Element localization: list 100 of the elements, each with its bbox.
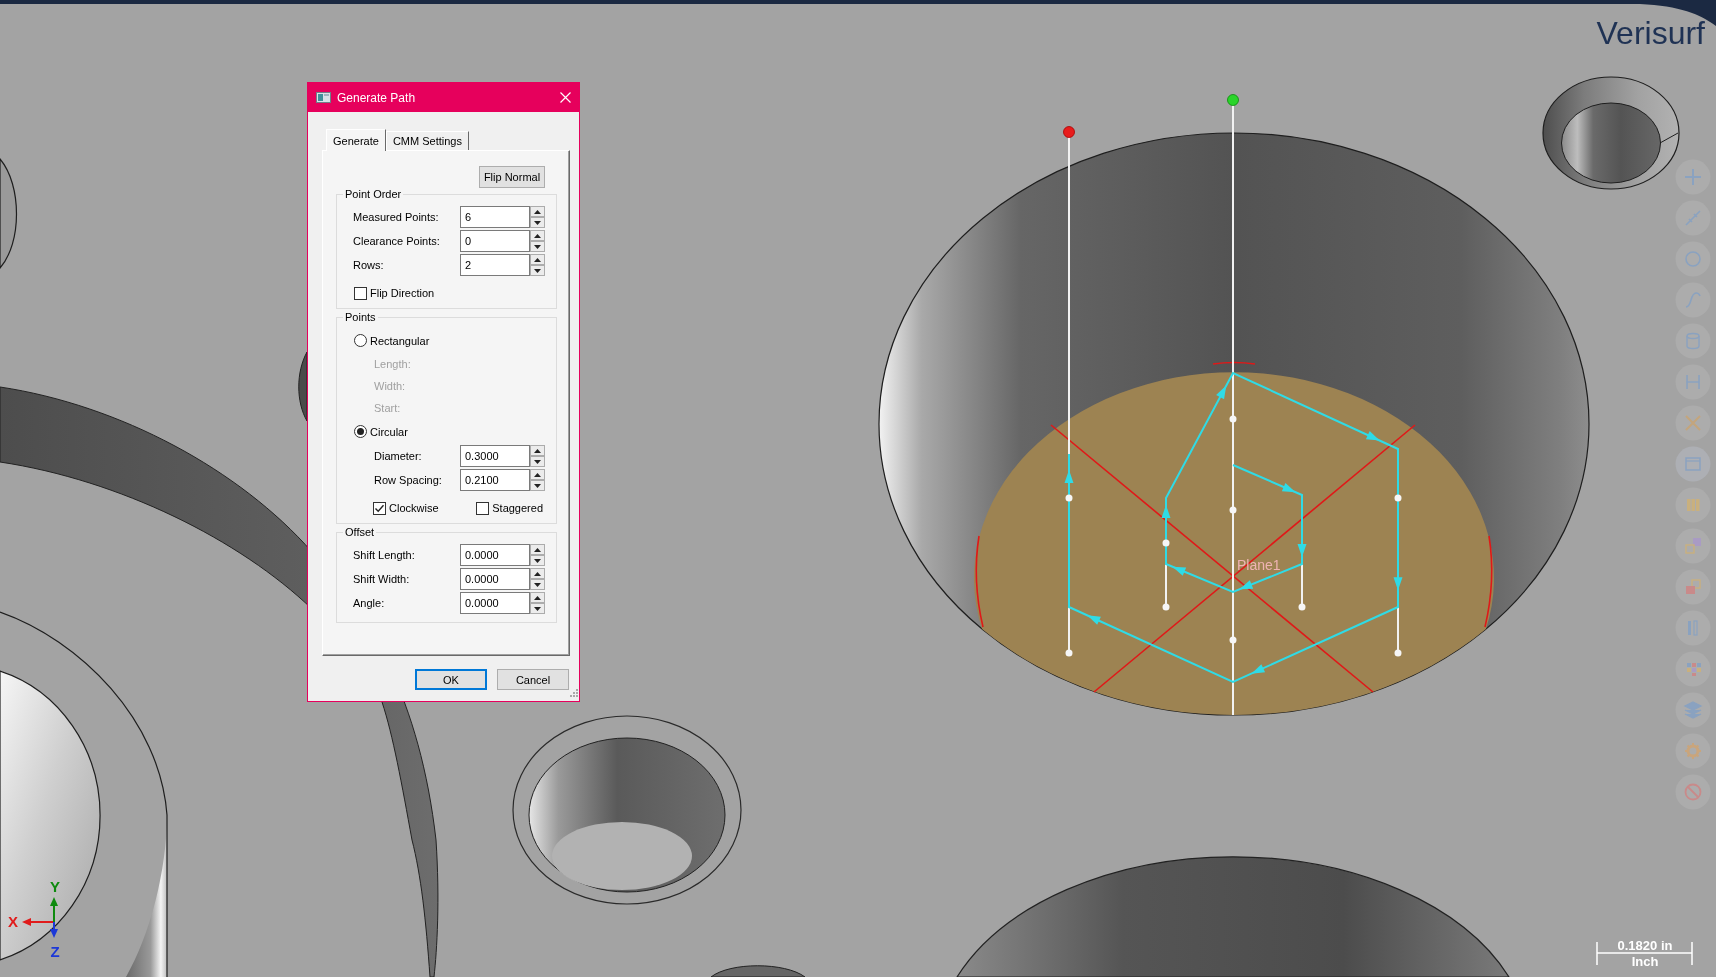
spin-up-button[interactable] <box>530 230 545 241</box>
probe-point <box>1065 649 1073 657</box>
field-label: Diameter: <box>374 450 423 462</box>
number-field[interactable]: 0.2100 <box>460 469 530 491</box>
arrowhead-icon <box>1161 505 1171 518</box>
arrowhead-icon <box>1365 431 1380 441</box>
probe-point <box>1162 539 1170 547</box>
circular-hole <box>298 351 308 422</box>
spin-down-button[interactable] <box>530 241 545 252</box>
dialog-button[interactable]: OK <box>415 669 487 690</box>
radio-button[interactable] <box>354 334 367 347</box>
caret-down-icon <box>534 558 541 563</box>
field-label: Width: <box>374 380 406 392</box>
caret-up-icon <box>534 448 541 453</box>
dialog-button[interactable]: Cancel <box>497 669 569 690</box>
window-icon <box>316 92 331 103</box>
point-marker <box>1063 126 1075 138</box>
tab[interactable]: CMM Settings <box>385 131 469 150</box>
caret-up-icon <box>534 233 541 238</box>
window-title: Generate Path <box>337 90 417 105</box>
group-title: Points <box>344 311 377 324</box>
radio-label[interactable]: Circular <box>370 425 408 438</box>
spin-down-button[interactable] <box>530 456 545 467</box>
spin-up-button[interactable] <box>530 568 545 579</box>
arrowhead-icon <box>1297 544 1307 557</box>
spin-down-button[interactable] <box>530 480 545 491</box>
caret-up-icon <box>534 595 541 600</box>
logo-text: Verisurf <box>1596 15 1705 51</box>
checkbox[interactable] <box>373 501 386 515</box>
caret-up-icon <box>534 257 541 262</box>
checkbox-label[interactable]: Staggered <box>492 502 543 514</box>
spin-down-button[interactable] <box>530 217 545 228</box>
arrowhead-icon <box>1216 385 1227 400</box>
checkbox[interactable] <box>354 286 367 300</box>
close-icon[interactable] <box>560 92 571 103</box>
probe-point <box>1298 603 1306 611</box>
field-label: Start: <box>374 402 401 414</box>
probe-point <box>1065 494 1073 502</box>
spin-up-button[interactable] <box>530 544 545 555</box>
caret-up-icon <box>534 547 541 552</box>
caret-up-icon <box>534 209 541 214</box>
radio-button[interactable] <box>354 425 367 438</box>
number-field[interactable]: 0.0000 <box>460 568 530 590</box>
field-label: Shift Length: <box>353 549 416 561</box>
scale-unit: Inch <box>1631 954 1659 969</box>
spin-up-button[interactable] <box>530 592 545 603</box>
number-field[interactable]: 2 <box>460 254 530 276</box>
probe-point <box>1162 603 1170 611</box>
number-field[interactable]: 6 <box>460 206 530 228</box>
flip-normal-button[interactable]: Flip Normal <box>479 166 545 188</box>
spin-down-button[interactable] <box>530 265 545 276</box>
point-marker <box>1227 94 1239 106</box>
probe-point <box>1229 506 1237 514</box>
arrowhead-icon <box>1172 566 1187 576</box>
spin-down-button[interactable] <box>530 555 545 566</box>
spin-down-button[interactable] <box>530 603 545 614</box>
axis-label: Z <box>50 943 60 960</box>
arrowhead-icon <box>1239 580 1254 590</box>
probe-point <box>1229 415 1237 423</box>
radio-label[interactable]: Rectangular <box>370 334 430 347</box>
caret-down-icon <box>534 220 541 225</box>
spin-up-button[interactable] <box>530 254 545 265</box>
checkbox[interactable] <box>476 501 490 515</box>
arrowhead-icon <box>1251 664 1266 674</box>
spin-up-button[interactable] <box>530 206 545 217</box>
spin-down-button[interactable] <box>530 579 545 590</box>
number-field[interactable]: 0.0000 <box>460 592 530 614</box>
plane-edge <box>1212 361 1256 365</box>
probe-point <box>1394 649 1402 657</box>
arrowhead-icon <box>1087 615 1101 625</box>
spin-up-button[interactable] <box>530 445 545 456</box>
field-label: Clearance Points: <box>353 235 441 247</box>
arrowhead-icon <box>1281 482 1296 493</box>
field-label: Row Spacing: <box>374 474 443 486</box>
scale-value: 0.1820 in <box>1617 938 1673 953</box>
checkbox-label[interactable]: Clockwise <box>389 502 439 514</box>
probe-point <box>1229 636 1237 644</box>
spin-up-button[interactable] <box>530 469 545 480</box>
tab[interactable]: Generate <box>326 129 386 151</box>
field-label: Rows: <box>353 259 385 271</box>
caret-down-icon <box>534 582 541 587</box>
caret-up-icon <box>534 472 541 477</box>
resize-grip-icon[interactable] <box>570 689 578 697</box>
caret-down-icon <box>534 244 541 249</box>
number-field[interactable]: 0 <box>460 230 530 252</box>
probe-point <box>1394 494 1402 502</box>
caret-down-icon <box>534 606 541 611</box>
number-field[interactable]: 0.0000 <box>460 544 530 566</box>
axis-label: X <box>8 913 18 930</box>
group-title: Point Order <box>344 188 403 201</box>
axis-label: Y <box>50 878 60 895</box>
caret-down-icon <box>534 459 541 464</box>
field-label: Angle: <box>353 597 386 609</box>
caret-up-icon <box>534 571 541 576</box>
field-label: Shift Width: <box>353 573 411 585</box>
caret-down-icon <box>534 483 541 488</box>
number-field[interactable]: 0.3000 <box>460 445 530 467</box>
field-label: Measured Points: <box>353 211 440 223</box>
checkbox-label[interactable]: Flip Direction <box>370 287 435 299</box>
caret-down-icon <box>534 268 541 273</box>
